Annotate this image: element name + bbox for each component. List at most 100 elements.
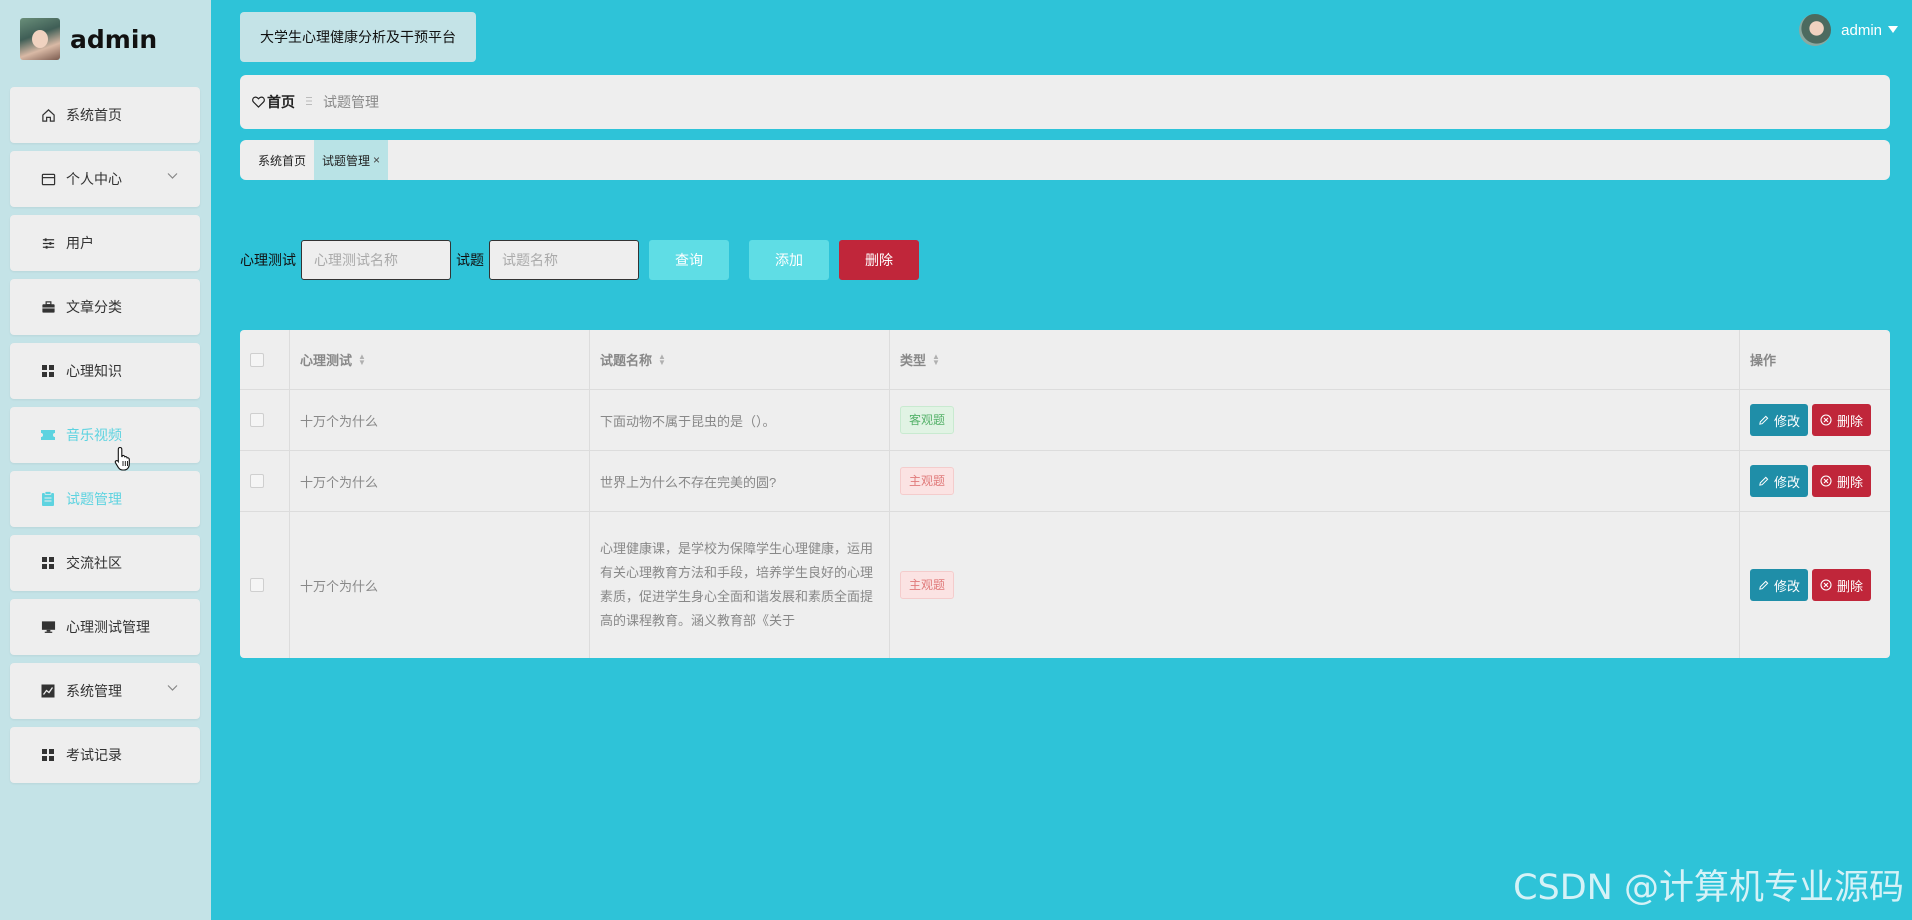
chart-icon [40, 683, 56, 699]
monitor-icon [40, 619, 56, 635]
sidebar-item-community[interactable]: 交流社区 [10, 535, 200, 591]
sidebar-item-article-category[interactable]: 文章分类 [10, 279, 200, 335]
sidebar-brand: admin [20, 18, 157, 60]
sidebar-item-users[interactable]: 用户 [10, 215, 200, 271]
batch-delete-button[interactable]: 删除 [839, 240, 919, 280]
grid-icon [40, 363, 56, 379]
cell-test: 十万个为什么 [290, 390, 590, 450]
column-header-label: 操作 [1750, 353, 1777, 368]
edit-button[interactable]: 修改 [1750, 569, 1809, 601]
user-menu[interactable]: admin [1799, 14, 1898, 46]
user-name: admin [1841, 21, 1882, 39]
sidebar-menu: 系统首页 个人中心 用户 文章分类 心理知识 音乐视频 试题管理 交流社区 心理… [10, 87, 200, 791]
circle-x-icon [1820, 579, 1832, 591]
delete-button[interactable]: 删除 [1812, 404, 1872, 436]
cell-type: 主观题 [890, 451, 1740, 511]
sidebar-item-question-management[interactable]: 试题管理 [10, 471, 200, 527]
sidebar-brand-name: admin [70, 24, 158, 54]
sidebar-item-exam-records[interactable]: 考试记录 [10, 727, 200, 783]
sort-icon[interactable]: ▲ ▼ [658, 352, 666, 366]
row-checkbox[interactable] [250, 413, 264, 427]
edit-label: 修改 [1774, 413, 1801, 429]
sidebar-item-label: 个人中心 [66, 171, 122, 187]
test-name-input[interactable] [301, 240, 451, 280]
sidebar-item-music-video[interactable]: 音乐视频 [10, 407, 200, 463]
column-header-actions: 操作 [1740, 330, 1890, 389]
add-button[interactable]: 添加 [749, 240, 829, 280]
cell-actions: 修改 删除 [1740, 451, 1890, 511]
ticket-icon [40, 427, 56, 443]
breadcrumb-home-label: 首页 [267, 94, 295, 110]
user-avatar [1799, 14, 1832, 46]
select-all-checkbox[interactable] [250, 352, 264, 367]
tab-question-management[interactable]: 试题管理 × [314, 140, 389, 180]
sidebar-item-label: 用户 [66, 235, 94, 251]
sidebar-item-label: 系统管理 [66, 683, 122, 699]
sidebar-item-label: 音乐视频 [66, 427, 122, 443]
type-tag: 客观题 [900, 406, 955, 434]
table-row: 十万个为什么 世界上为什么不存在完美的圆? 主观题 修改 删除 [240, 451, 1890, 512]
platform-title: 大学生心理健康分析及干预平台 [240, 12, 476, 62]
sidebar-item-label: 考试记录 [66, 747, 122, 763]
edit-button[interactable]: 修改 [1750, 465, 1809, 497]
cell-question: 心理健康课，是学校为保障学生心理健康，运用有关心理教育方法和手段，培养学生良好的… [590, 512, 890, 658]
delete-label: 删除 [1837, 413, 1864, 429]
clipboard-icon [40, 491, 56, 507]
row-checkbox[interactable] [250, 578, 264, 592]
breadcrumb-home[interactable]: 首页 [252, 92, 295, 112]
sidebar-item-home[interactable]: 系统首页 [10, 87, 200, 143]
chevron-down-icon [167, 171, 178, 183]
circle-x-icon [1820, 475, 1832, 487]
hand-cursor-icon [114, 446, 130, 471]
heart-icon [252, 96, 265, 108]
sidebar-item-personal-center[interactable]: 个人中心 [10, 151, 200, 207]
tabs-bar: 系统首页 试题管理 × [240, 140, 1890, 180]
tab-label: 系统首页 [258, 153, 307, 168]
caret-down-icon [1888, 25, 1898, 36]
edit-label: 修改 [1774, 578, 1801, 594]
question-name-input[interactable] [489, 240, 639, 280]
row-checkbox[interactable] [250, 474, 264, 488]
type-tag: 主观题 [900, 571, 955, 599]
delete-label: 删除 [1837, 578, 1864, 594]
circle-x-icon [1820, 414, 1832, 426]
cell-test: 十万个为什么 [290, 512, 590, 658]
admin-avatar [20, 18, 60, 60]
sidebar-item-label: 文章分类 [66, 299, 122, 315]
pencil-icon [1758, 580, 1769, 591]
query-button[interactable]: 查询 [649, 240, 729, 280]
sidebar-item-system-management[interactable]: 系统管理 [10, 663, 200, 719]
questions-table: 心理测试 ▲ ▼ 试题名称 ▲ ▼ 类型 ▲ ▼ 操作 十万个为什么 下面动物不属于昆… [240, 330, 1890, 658]
edit-button[interactable]: 修改 [1750, 404, 1809, 436]
breadcrumb: 首页 试题管理 [240, 75, 1890, 129]
grid-icon [40, 747, 56, 763]
question-filter-label: 试题 [456, 252, 484, 268]
table-row: 十万个为什么 下面动物不属于昆虫的是（）。 客观题 修改 删除 [240, 390, 1890, 451]
delete-button[interactable]: 删除 [1812, 465, 1872, 497]
sidebar-item-label: 心理测试管理 [66, 619, 150, 635]
sidebar-item-label: 交流社区 [66, 555, 122, 571]
search-bar: 心理测试 试题 查询 添加 删除 [240, 240, 919, 280]
column-header-label: 类型 [900, 353, 927, 368]
cell-type: 主观题 [890, 512, 1740, 658]
column-header-label: 心理测试 [300, 353, 353, 368]
close-icon[interactable]: × [373, 153, 380, 167]
delete-button[interactable]: 删除 [1812, 569, 1872, 601]
delete-label: 删除 [1837, 474, 1864, 490]
chevron-down-icon [167, 683, 178, 695]
home-icon [40, 107, 56, 123]
test-filter-label: 心理测试 [240, 252, 296, 268]
tab-home[interactable]: 系统首页 [250, 140, 314, 180]
column-header-question[interactable]: 试题名称 ▲ ▼ [590, 330, 890, 389]
sort-icon[interactable]: ▲ ▼ [932, 352, 940, 366]
column-header-label: 试题名称 [600, 353, 653, 368]
sidebar-item-psych-test-management[interactable]: 心理测试管理 [10, 599, 200, 655]
sort-icon[interactable]: ▲ ▼ [358, 352, 366, 366]
pencil-icon [1758, 476, 1769, 487]
sidebar-item-psych-knowledge[interactable]: 心理知识 [10, 343, 200, 399]
column-header-type[interactable]: 类型 ▲ ▼ [890, 330, 1740, 389]
table-row: 十万个为什么 心理健康课，是学校为保障学生心理健康，运用有关心理教育方法和手段，… [240, 512, 1890, 658]
column-header-test[interactable]: 心理测试 ▲ ▼ [290, 330, 590, 389]
type-tag: 主观题 [900, 467, 955, 495]
sidebar-item-label: 心理知识 [66, 363, 122, 379]
